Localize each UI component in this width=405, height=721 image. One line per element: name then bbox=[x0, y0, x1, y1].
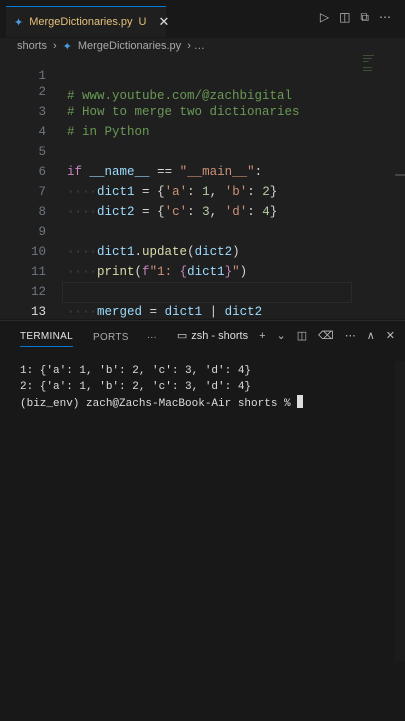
terminal-icon: ▭ bbox=[176, 330, 188, 342]
trash-icon[interactable]: ⌫ bbox=[318, 329, 334, 342]
code-line: 2 # How to merge two dictionaries bbox=[0, 62, 360, 119]
terminal-selector[interactable]: ▭ zsh - shorts bbox=[176, 329, 249, 343]
terminal-scrollbar[interactable] bbox=[395, 361, 405, 661]
maximize-panel-icon[interactable]: ∧ bbox=[367, 329, 375, 342]
terminal-prompt: (biz_env) zach@Zachs-MacBook-Air shorts … bbox=[20, 398, 298, 410]
more-icon[interactable]: ⋯ bbox=[345, 329, 356, 342]
code-line: 6 ····dict1 = {'a': 1, 'b': 2} bbox=[0, 142, 360, 199]
bottom-panel: TERMINAL PORTS ··· ▭ zsh - shorts + ⌄ ◫ … bbox=[0, 320, 405, 721]
breadcrumb-more[interactable]: › … bbox=[187, 40, 205, 52]
tab-terminal[interactable]: TERMINAL bbox=[20, 331, 73, 347]
tab-filename: MergeDictionaries.py bbox=[29, 16, 133, 28]
terminal-line: 2: {'a': 1, 'b': 2, 'c': 3, 'd': 4} bbox=[20, 381, 252, 393]
code-line: 11 bbox=[0, 242, 360, 279]
panel-more-icon[interactable]: ··· bbox=[147, 332, 157, 343]
editor-tab-bar: ✦ MergeDictionaries.py U ✕ ▷ ◫ ⧉ ⋯ bbox=[0, 0, 405, 39]
scroll-indicator bbox=[395, 174, 405, 176]
terminal-cursor bbox=[297, 395, 304, 408]
editor-tab-mergedictionaries[interactable]: ✦ MergeDictionaries.py U ✕ bbox=[6, 6, 169, 37]
split-editor-icon[interactable]: ◫ bbox=[339, 10, 350, 25]
terminal-name: zsh - shorts bbox=[191, 329, 249, 342]
code-line: 13 ····print(f"2: {merged}") bbox=[0, 282, 360, 319]
split-terminal-icon[interactable]: ◫ bbox=[297, 329, 307, 342]
python-file-icon: ✦ bbox=[62, 40, 72, 53]
terminal-line: 1: {'a': 1, 'b': 2, 'c': 3, 'd': 4} bbox=[20, 365, 252, 377]
run-icon[interactable]: ▷ bbox=[320, 10, 329, 25]
python-file-icon: ✦ bbox=[14, 16, 24, 29]
code-line: 7 ····dict2 = {'c': 3, 'd': 4} bbox=[0, 162, 360, 219]
terminal-output[interactable]: 1: {'a': 1, 'b': 2, 'c': 3, 'd': 4} 2: {'… bbox=[20, 363, 304, 412]
breadcrumb-separator: › bbox=[52, 40, 57, 52]
code-line: 8 bbox=[0, 182, 360, 219]
code-line: 9 ····dict1.update(dict2) bbox=[0, 202, 360, 259]
breadcrumb-folder[interactable]: shorts bbox=[17, 40, 47, 52]
new-terminal-icon[interactable]: + bbox=[259, 330, 265, 342]
tab-ports[interactable]: PORTS bbox=[93, 332, 129, 343]
code-line: 12 ····merged = dict1 | dict2 bbox=[0, 262, 360, 319]
minimap[interactable]: ▬▬▬▬▬▬ ▬▬▬▬▬ ▬▬▬ ▬▬▬▬▬ ▬▬▬▬▬ bbox=[363, 54, 397, 84]
breadcrumb-file[interactable]: MergeDictionaries.py bbox=[78, 40, 181, 52]
editor-actions: ▷ ◫ ⧉ ⋯ bbox=[320, 10, 391, 25]
code-line: 5 if __name__ == "__main__": bbox=[0, 122, 360, 179]
code-line: 4 bbox=[0, 102, 360, 139]
code-line: 14 bbox=[0, 302, 360, 319]
more-actions-icon[interactable]: ⋯ bbox=[379, 10, 391, 25]
close-tab-icon[interactable]: ✕ bbox=[159, 14, 170, 30]
code-line: 10 ····print(f"1: {dict1}") bbox=[0, 222, 360, 279]
chevron-down-icon[interactable]: ⌄ bbox=[277, 329, 286, 342]
terminal-prompt-line: (biz_env) zach@Zachs-MacBook-Air shorts … bbox=[20, 395, 304, 412]
breadcrumb: shorts › ✦ MergeDictionaries.py › … bbox=[0, 38, 405, 54]
untracked-badge: U bbox=[138, 16, 147, 28]
terminal-actions: ▭ zsh - shorts + ⌄ ◫ ⌫ ⋯ ∧ ✕ bbox=[176, 329, 395, 343]
code-line: 3 # in Python bbox=[0, 82, 360, 139]
code-editor[interactable]: 1 # www.youtube.com/@zachbigital 2 # How… bbox=[0, 54, 405, 319]
layout-icon[interactable]: ⧉ bbox=[360, 10, 369, 25]
close-panel-icon[interactable]: ✕ bbox=[386, 329, 395, 342]
